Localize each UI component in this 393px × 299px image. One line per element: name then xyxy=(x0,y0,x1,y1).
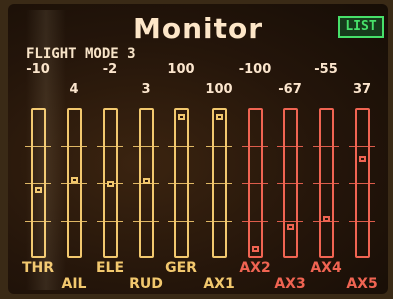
position-marker xyxy=(252,246,259,252)
scale-tick xyxy=(61,146,87,147)
scale-tick xyxy=(277,146,303,147)
channel-value: 100 xyxy=(205,82,233,97)
scale-tick xyxy=(206,183,232,184)
channel-label: THR xyxy=(21,260,55,276)
channel-label: ELE xyxy=(95,260,125,276)
position-marker xyxy=(178,114,185,120)
channel-value: 4 xyxy=(69,82,79,97)
position-marker xyxy=(35,187,42,193)
scale-tick xyxy=(168,146,194,147)
channel-value: 37 xyxy=(352,82,372,97)
channel-value: -10 xyxy=(26,62,50,77)
channel-value: -100 xyxy=(238,62,272,77)
scale-tick xyxy=(168,183,194,184)
channel-label: GER xyxy=(165,260,197,276)
scale-tick xyxy=(61,183,87,184)
scale-tick xyxy=(242,183,268,184)
scale-tick xyxy=(349,146,375,147)
list-button[interactable]: LIST xyxy=(338,16,384,38)
channel-value: -2 xyxy=(102,62,118,77)
position-marker xyxy=(216,114,223,120)
scale-tick xyxy=(313,146,339,147)
scale-tick xyxy=(61,221,87,222)
scale-tick xyxy=(133,146,159,147)
scale-tick xyxy=(313,183,339,184)
scale-tick xyxy=(349,183,375,184)
channel-label: AX2 xyxy=(239,260,271,276)
position-marker xyxy=(71,177,78,183)
transmitter-device: Monitor LIST FLIGHT MODE 3 -10 THR 4 AIL -2 E… xyxy=(0,0,393,299)
channel-label: AX1 xyxy=(203,276,235,292)
position-marker xyxy=(143,178,150,184)
scale-tick xyxy=(25,183,51,184)
position-marker xyxy=(323,216,330,222)
channel-value: -55 xyxy=(314,62,338,77)
channel-value: -67 xyxy=(278,82,302,97)
scale-tick xyxy=(242,221,268,222)
scale-tick xyxy=(242,146,268,147)
flight-mode-label: FLIGHT MODE 3 xyxy=(26,46,136,62)
scale-tick xyxy=(97,146,123,147)
scale-tick xyxy=(206,146,232,147)
channel-label: AX5 xyxy=(346,276,378,292)
scale-tick xyxy=(25,221,51,222)
scale-tick xyxy=(97,221,123,222)
position-marker xyxy=(287,224,294,230)
scale-tick xyxy=(277,221,303,222)
page-title: Monitor xyxy=(132,12,264,45)
channel-label: AX3 xyxy=(274,276,306,292)
monitor-screen: Monitor LIST FLIGHT MODE 3 -10 THR 4 AIL -2 E… xyxy=(8,4,388,294)
scale-tick xyxy=(133,221,159,222)
scale-tick xyxy=(25,146,51,147)
scale-tick xyxy=(206,221,232,222)
channel-value: 3 xyxy=(141,82,151,97)
channel-label: RUD xyxy=(129,276,163,292)
scale-tick xyxy=(168,221,194,222)
position-marker xyxy=(107,181,114,187)
channel-value: 100 xyxy=(167,62,195,77)
scale-tick xyxy=(277,183,303,184)
channel-label: AIL xyxy=(61,276,87,292)
position-marker xyxy=(359,156,366,162)
channel-label: AX4 xyxy=(310,260,342,276)
scale-tick xyxy=(349,221,375,222)
